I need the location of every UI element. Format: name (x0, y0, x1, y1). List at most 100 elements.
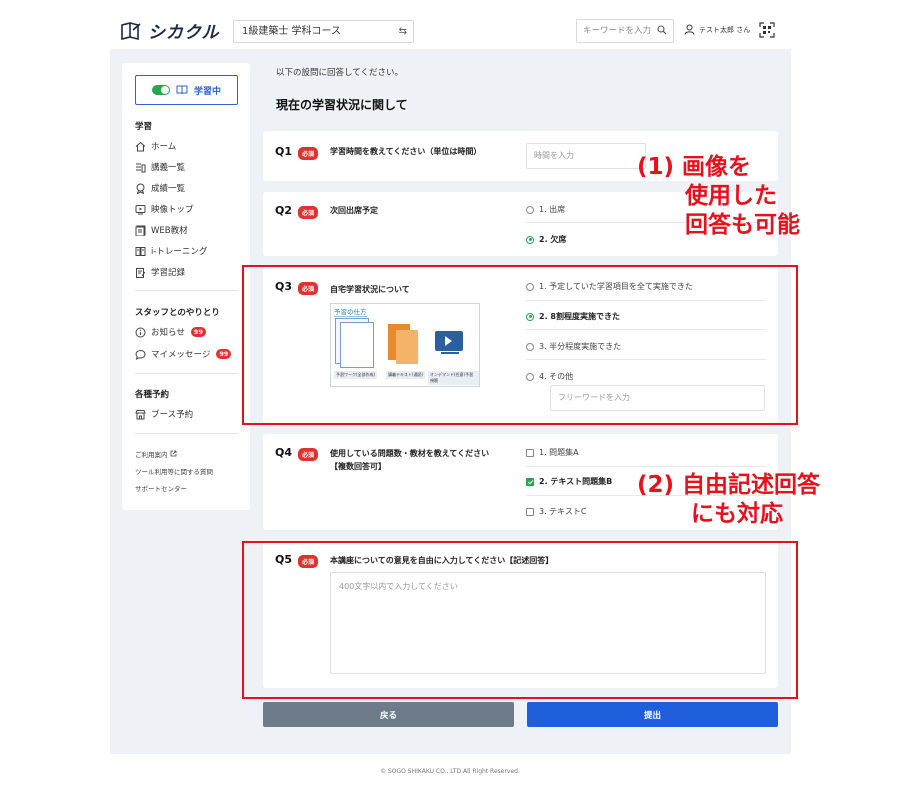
sidebar-heading-study: 学習 (135, 122, 153, 132)
annotation-image-answer: (1) 画像を 使用した 回答も可能 (637, 153, 800, 240)
question-number: Q4 (275, 446, 293, 459)
sidebar-item-label: WEB教材 (151, 226, 188, 236)
sidebar: 学習中 学習 ホーム 講義一覧 成績一覧 映像トップ WEB教材 i-トレーニン… (122, 63, 250, 510)
booth-icon (135, 409, 146, 419)
required-badge: 必須 (298, 448, 319, 461)
sidebar-link-guide[interactable]: ご利用案内 (135, 449, 177, 459)
swap-icon: ⇆ (398, 26, 407, 37)
question-text: 次回出席予定 (330, 206, 378, 215)
question-text: 学習時間を教えてください（単位は時間） (330, 147, 482, 156)
book-icon (176, 85, 188, 95)
sidebar-divider (135, 373, 238, 374)
toggle-switch[interactable] (151, 85, 170, 95)
search-input[interactable]: キーワードを入力 (576, 19, 674, 43)
course-select[interactable]: 1級建築士 学科コース ⇆ (233, 20, 414, 43)
medal-icon (136, 183, 145, 194)
sidebar-item-lectures[interactable]: 講義一覧 (135, 161, 185, 173)
annotation-line: (1) 画像を (637, 154, 752, 180)
required-badge: 必須 (298, 147, 319, 160)
web-material-icon (135, 225, 146, 236)
required-badge: 必須 (298, 206, 319, 219)
sidebar-item-home[interactable]: ホーム (135, 140, 176, 152)
search-placeholder: キーワードを入力 (583, 26, 652, 36)
q4-option-1[interactable]: 1. 問題集A (526, 447, 579, 458)
back-button[interactable]: 戻る (263, 702, 514, 727)
sidebar-item-booth[interactable]: ブース予約 (135, 408, 193, 420)
option-label: 3. テキストC (539, 507, 587, 516)
sidebar-item-label: i-トレーニング (151, 247, 208, 257)
annotation-line: (2) 自由記述回答 (637, 472, 821, 498)
video-icon (135, 204, 146, 214)
annotation-box-q5 (242, 541, 798, 699)
question-number: Q1 (275, 145, 293, 158)
message-count-badge: 99 (216, 349, 232, 359)
q4-option-2[interactable]: 2. テキスト問題集B (526, 476, 612, 487)
home-icon (135, 141, 146, 151)
sidebar-item-video[interactable]: 映像トップ (135, 203, 194, 215)
option-divider (526, 466, 766, 467)
info-icon (135, 327, 146, 337)
course-select-value: 1級建築士 学科コース (242, 26, 342, 37)
sidebar-item-label: 講義一覧 (151, 163, 186, 173)
logo-text: シカクル (148, 23, 220, 43)
annotation-line: 回答も可能 (685, 212, 800, 238)
sidebar-item-label: お知らせ (151, 328, 185, 338)
checkbox[interactable] (526, 448, 534, 457)
logo[interactable]: シカクル (120, 18, 220, 43)
notice-count-badge: 99 (190, 327, 206, 337)
external-link-icon (170, 450, 176, 457)
question-number: Q2 (275, 204, 293, 217)
sidebar-item-label: 学習記録 (151, 268, 186, 278)
radio-button-selected[interactable] (526, 235, 534, 244)
qr-code-icon[interactable] (759, 22, 775, 38)
study-status-toggle[interactable]: 学習中 (135, 75, 238, 105)
study-status-label: 学習中 (193, 86, 221, 97)
intro-text: 以下の設問に回答してください。 (276, 68, 403, 78)
sidebar-link-label: ご利用案内 (135, 451, 168, 459)
annotation-free-text: (2) 自由記述回答 にも対応 (637, 471, 820, 529)
sidebar-heading-reserve: 各種予約 (135, 390, 170, 400)
q4-option-3[interactable]: 3. テキストC (526, 506, 587, 517)
user-icon (684, 24, 695, 35)
checkbox-checked[interactable] (526, 477, 534, 486)
chat-bubble-icon (135, 349, 146, 360)
option-label: 2. 欠席 (539, 235, 567, 244)
sidebar-item-training[interactable]: i-トレーニング (135, 245, 207, 257)
question-text-line1: 使用している問題数・教材を教えてください (330, 449, 490, 458)
sidebar-heading-staff: スタッフとのやりとり (135, 308, 220, 318)
sidebar-item-label: ブース予約 (151, 410, 194, 420)
sidebar-item-label: 成績一覧 (151, 184, 186, 194)
sidebar-item-grades[interactable]: 成績一覧 (135, 182, 185, 194)
submit-button[interactable]: 提出 (527, 702, 778, 727)
sidebar-item-notices[interactable]: お知らせ 99 (135, 326, 206, 338)
page-title: 現在の学習状況に関して (276, 98, 408, 112)
user-menu[interactable]: テスト太郎 さん (684, 24, 750, 35)
q2-option-absent[interactable]: 2. 欠席 (526, 234, 566, 245)
sidebar-link-support[interactable]: サポートセンター (135, 483, 187, 493)
hours-input[interactable]: 時間を入力 (526, 143, 646, 169)
sidebar-item-label: 映像トップ (151, 205, 194, 215)
hours-input-placeholder: 時間を入力 (534, 151, 574, 160)
option-label: 1. 問題集A (539, 448, 579, 457)
record-icon (136, 267, 146, 278)
sidebar-item-web-materials[interactable]: WEB教材 (135, 224, 188, 236)
copyright-footer: © SOGO SHIKAKU CO., LTD.All Right Reserv… (380, 768, 520, 775)
option-label: 2. テキスト問題集B (539, 477, 613, 486)
sidebar-link-tool-faq[interactable]: ツール利用等に関する質問 (135, 466, 213, 476)
checkbox[interactable] (526, 507, 534, 516)
q2-option-attend[interactable]: 1. 出席 (526, 204, 565, 215)
radio-button[interactable] (526, 205, 534, 214)
annotation-line: 使用した (685, 183, 777, 209)
sidebar-item-messages[interactable]: マイメッセージ 99 (135, 348, 232, 360)
training-icon (135, 246, 146, 256)
annotation-line: にも対応 (691, 501, 783, 527)
logo-icon (121, 21, 141, 40)
question-text: 使用している問題数・教材を教えてください 【複数回答可】 (330, 447, 489, 473)
sidebar-item-study-record[interactable]: 学習記録 (135, 266, 185, 278)
sidebar-divider (135, 290, 238, 291)
sidebar-item-label: マイメッセージ (151, 350, 211, 360)
search-icon (657, 25, 667, 35)
sidebar-item-label: ホーム (151, 142, 177, 152)
question-text-line2: 【複数回答可】 (330, 462, 386, 471)
sidebar-divider (135, 433, 238, 434)
